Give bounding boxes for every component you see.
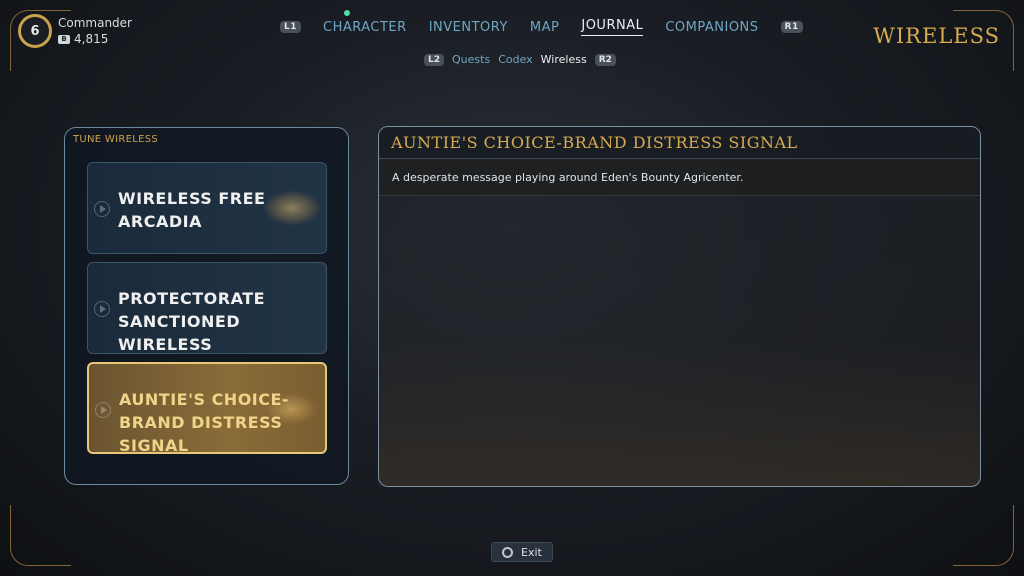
play-icon: [95, 402, 111, 418]
station-protectorate-sanctioned-wireless[interactable]: PROTECTORATE SANCTIONED WIRELESS: [87, 262, 327, 354]
top-nav: L1 CHARACTER INVENTORY MAP JOURNAL COMPA…: [280, 18, 803, 36]
player-name: Commander: [58, 16, 132, 30]
new-notification-icon: [344, 10, 350, 16]
currency: B 4,815: [58, 31, 132, 47]
circle-button-icon: [502, 546, 513, 558]
subtab-wireless[interactable]: Wireless: [541, 53, 587, 66]
station-wireless-free-arcadia[interactable]: WIRELESS FREE ARCADIA: [87, 162, 327, 254]
play-icon: [94, 301, 110, 317]
player-info: 6 Commander B 4,815: [18, 14, 132, 48]
detail-panel: AUNTIE'S CHOICE-BRAND DISTRESS SIGNAL A …: [378, 126, 981, 487]
station-aunties-choice-distress-signal[interactable]: AUNTIE'S CHOICE- BRAND DISTRESS SIGNAL: [87, 362, 327, 454]
frame-corner-bottom-right: [953, 505, 1014, 566]
r1-button-hint[interactable]: R1: [780, 21, 803, 33]
sub-nav: L2 Quests Codex Wireless R2: [424, 53, 616, 66]
tab-character[interactable]: CHARACTER: [323, 20, 407, 35]
bits-amount: 4,815: [74, 32, 109, 46]
tab-map[interactable]: MAP: [530, 20, 559, 35]
exit-button[interactable]: Exit: [491, 542, 553, 562]
level-badge: 6: [18, 14, 52, 48]
r2-button-hint[interactable]: R2: [594, 53, 616, 66]
station-emblem-icon: [264, 191, 320, 225]
subtab-codex[interactable]: Codex: [498, 53, 532, 66]
detail-title: AUNTIE'S CHOICE-BRAND DISTRESS SIGNAL: [379, 127, 980, 159]
detail-description: A desperate message playing around Eden'…: [379, 160, 980, 196]
play-icon: [94, 201, 110, 217]
tab-journal[interactable]: JOURNAL: [581, 18, 644, 36]
l2-button-hint[interactable]: L2: [424, 53, 444, 66]
station-label: AUNTIE'S CHOICE- BRAND DISTRESS SIGNAL: [119, 390, 290, 454]
page-title: WIRELESS: [873, 24, 1000, 48]
bits-icon: B: [58, 34, 70, 44]
l1-button-hint[interactable]: L1: [280, 21, 301, 33]
panel-header: TUNE WIRELESS: [73, 134, 158, 145]
exit-label: Exit: [521, 545, 542, 559]
tab-inventory[interactable]: INVENTORY: [429, 20, 508, 35]
station-label: PROTECTORATE SANCTIONED WIRELESS: [118, 289, 266, 354]
frame-corner-bottom-left: [10, 505, 71, 566]
station-label: WIRELESS FREE ARCADIA: [118, 189, 266, 231]
tune-wireless-panel: TUNE WIRELESS WIRELESS FREE ARCADIA PROT…: [64, 127, 349, 485]
tab-companions[interactable]: COMPANIONS: [665, 20, 758, 35]
subtab-quests[interactable]: Quests: [452, 53, 490, 66]
